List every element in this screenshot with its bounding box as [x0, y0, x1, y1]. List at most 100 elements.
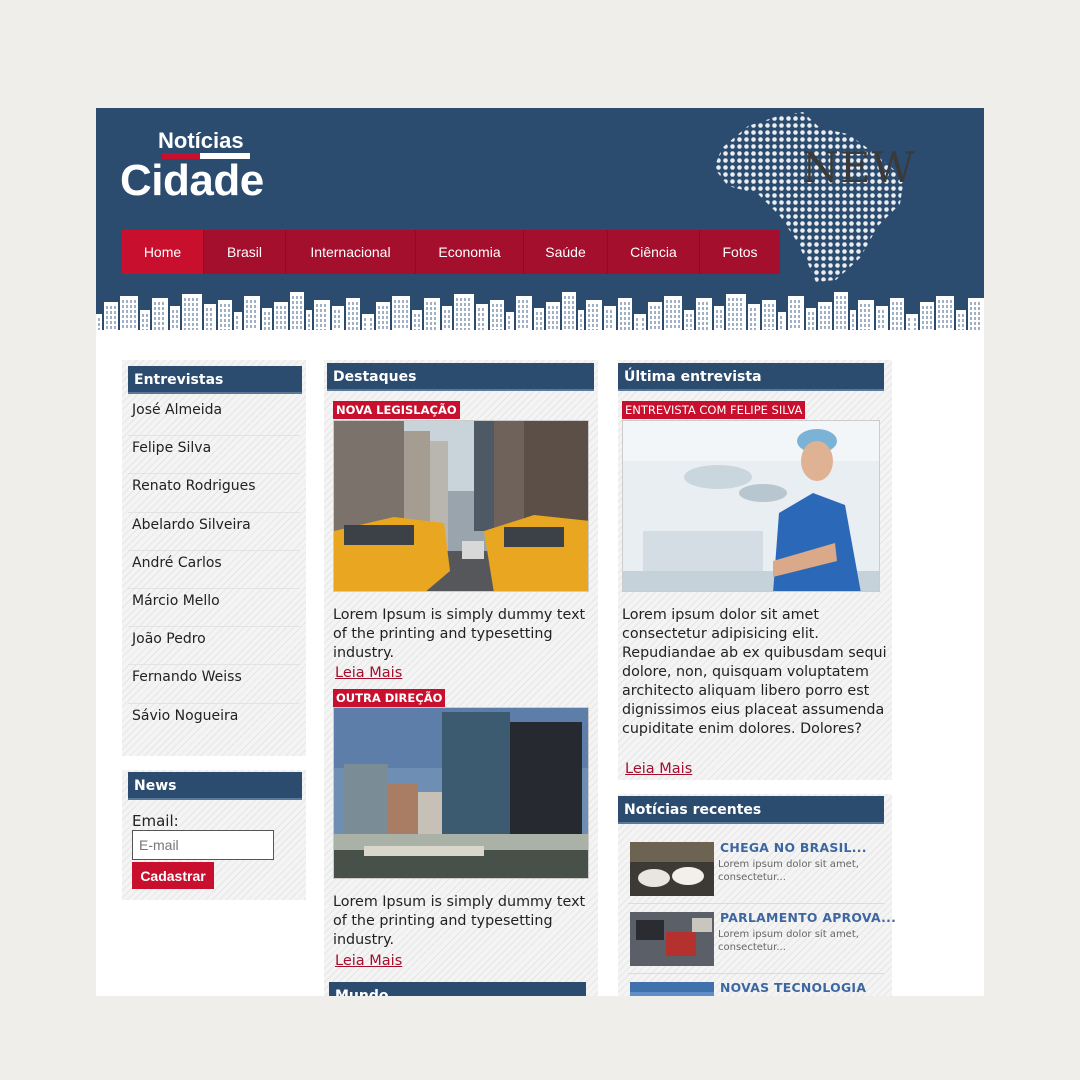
list-item[interactable]: Márcio Mello [128, 589, 300, 628]
nav-item-fotos[interactable]: Fotos [700, 230, 780, 274]
skyline-window [394, 315, 396, 318]
skyline-window [250, 310, 252, 313]
skyline-window [324, 309, 326, 312]
skyline-window [206, 313, 208, 316]
skyline-window [658, 306, 660, 309]
skyline-window [658, 326, 660, 329]
list-item[interactable]: João Pedro [128, 627, 300, 666]
skyline-window [552, 326, 554, 329]
site-frame: Notícias Cidade NEW Home Brasil Internac… [96, 108, 984, 996]
skyline-window [798, 310, 800, 313]
skyline-window [698, 302, 700, 305]
email-label: Email: [132, 812, 179, 830]
skyline-window [192, 298, 194, 301]
skyline-window [588, 314, 590, 317]
skyline-window [790, 300, 792, 303]
skyline-window [254, 305, 256, 308]
skyline-window [268, 322, 270, 325]
skyline-window [154, 317, 156, 320]
skyline-window [868, 304, 870, 307]
site-logo[interactable]: Notícias Cidade [120, 128, 290, 208]
skyline-window [780, 321, 782, 324]
email-field[interactable] [132, 830, 274, 860]
skyline-window [434, 317, 436, 320]
skyline-window [162, 307, 164, 310]
skyline-window [754, 313, 756, 316]
article-text: Lorem Ipsum is simply dummy text of the … [333, 894, 586, 948]
skyline-window [868, 324, 870, 327]
skyline-window [824, 321, 826, 324]
skyline-window [926, 311, 928, 314]
skyline-window [300, 306, 302, 309]
city-taxi-street-photo[interactable] [333, 420, 589, 592]
skyline-window [130, 305, 132, 308]
skyline-window [754, 323, 756, 326]
skyline-window [526, 310, 528, 313]
skyline-window [620, 327, 622, 330]
skyline-window [624, 322, 626, 325]
read-more-link[interactable]: Leia Mais [625, 760, 692, 778]
skyline-window [464, 323, 466, 326]
surgeon-in-operating-room-photo[interactable] [622, 420, 880, 592]
skyline-window [950, 310, 952, 313]
skyline-window [568, 326, 570, 329]
skyline-window [732, 313, 734, 316]
skyline-window [110, 316, 112, 319]
nav-item-internacional[interactable]: Internacional [286, 230, 416, 274]
list-item[interactable]: André Carlos [128, 551, 300, 589]
skyline-window [418, 324, 420, 327]
skyline-window [702, 317, 704, 320]
nav-item-economia[interactable]: Economia [416, 230, 524, 274]
skyline-window [768, 309, 770, 312]
skyline-window [580, 314, 582, 317]
nav-item-brasil[interactable]: Brasil [204, 230, 286, 274]
skyline-window [162, 322, 164, 325]
skyline-window [568, 306, 570, 309]
list-item[interactable]: PARLAMENTO APROVA... Lorem ipsum dolor s… [628, 908, 896, 974]
list-item[interactable]: José Almeida [128, 398, 300, 437]
list-item[interactable]: Abelardo Silveira [128, 513, 300, 551]
skyline-window [548, 311, 550, 314]
skyline-window [418, 314, 420, 317]
skyline-window [926, 316, 928, 319]
skyline-window [706, 322, 708, 325]
skyline-window [482, 308, 484, 311]
skyline-window [572, 306, 574, 309]
nav-item-ciencia[interactable]: Ciência [608, 230, 700, 274]
list-item[interactable]: NOVAS TECNOLOGIA [628, 978, 884, 996]
nav-item-saude[interactable]: Saúde [524, 230, 608, 274]
skyline-window [670, 305, 672, 308]
skyline-window [686, 324, 688, 327]
skyline-window [908, 323, 910, 326]
nav-item-home[interactable]: Home [122, 230, 204, 274]
skyline-window [670, 300, 672, 303]
skyline-window [394, 300, 396, 303]
skyline-window [610, 325, 612, 328]
skyline-window [172, 310, 174, 313]
skyline-window [698, 327, 700, 330]
list-item[interactable]: CHEGA NO BRASIL... Lorem ipsum dolor sit… [628, 838, 884, 904]
list-item[interactable]: Fernando Weiss [128, 665, 300, 704]
skyline-window [378, 321, 380, 324]
skyline-window [172, 325, 174, 328]
skyline-window [352, 307, 354, 310]
skyline-window [536, 317, 538, 320]
skyline-window [900, 327, 902, 330]
skyline-window [878, 310, 880, 313]
skyline-window [922, 326, 924, 329]
list-item[interactable]: Felipe Silva [128, 436, 300, 475]
read-more-link[interactable]: Leia Mais [335, 952, 402, 970]
skyline-window [122, 300, 124, 303]
skyline-window [430, 327, 432, 330]
read-more-link[interactable]: Leia Mais [335, 664, 402, 682]
list-item[interactable]: Sávio Nogueira [128, 704, 300, 742]
skyline-window [370, 323, 372, 326]
skyline-window [220, 314, 222, 317]
skyline-window [176, 315, 178, 318]
list-item[interactable]: Renato Rodrigues [128, 474, 300, 513]
skyline-window [320, 309, 322, 312]
subscribe-button[interactable]: Cadastrar [132, 862, 214, 889]
waterfront-office-buildings-photo[interactable] [333, 707, 589, 879]
skyline-window [840, 306, 842, 309]
skyline-window [794, 305, 796, 308]
